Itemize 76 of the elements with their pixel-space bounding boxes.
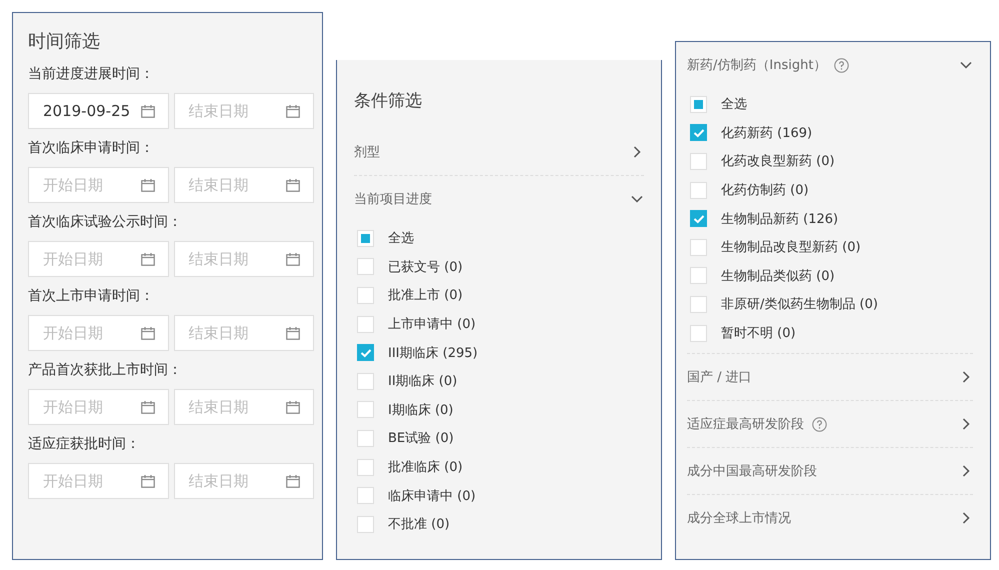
checkbox[interactable] xyxy=(690,210,707,228)
option-label: 全选 xyxy=(388,230,414,248)
section-title: 成分全球上市情况 xyxy=(687,510,791,528)
partial-mark-icon xyxy=(694,100,703,109)
field-label: 首次临床申请时间： xyxy=(28,139,155,158)
calendar-icon xyxy=(286,401,300,414)
field-label: 首次上市申请时间： xyxy=(28,287,155,306)
section-header[interactable]: 国产 / 进口 xyxy=(687,354,973,400)
option-label: 全选 xyxy=(721,96,747,114)
option-label: 暂时不明 (0) xyxy=(721,325,796,342)
option-label: 上市申请中 (0) xyxy=(388,316,476,334)
check-icon xyxy=(692,128,704,138)
calendar-icon xyxy=(140,179,154,192)
option-label: 化药改良型新药 (0) xyxy=(721,153,835,170)
panel-title: 时间筛选 xyxy=(28,30,101,54)
date-field[interactable]: 开始日期 xyxy=(28,315,168,351)
check-icon xyxy=(692,214,704,224)
help-icon xyxy=(834,58,850,72)
calendar-icon xyxy=(140,105,154,118)
calendar-icon xyxy=(286,105,300,118)
field-label: 当前进度进展时间： xyxy=(28,65,155,84)
date-field[interactable]: 结束日期 xyxy=(174,389,314,425)
calendar-icon xyxy=(140,401,154,414)
section-title: 国产 / 进口 xyxy=(687,369,752,386)
calendar-icon xyxy=(286,327,300,340)
date-field[interactable]: 结束日期 xyxy=(174,93,314,129)
option-label: 生物制品新药 (126) xyxy=(721,210,838,228)
option-label: 已获文号 (0) xyxy=(388,258,463,276)
date-field[interactable]: 结束日期 xyxy=(174,241,314,277)
date-field[interactable]: 开始日期 xyxy=(28,463,168,499)
option-label: 生物制品类似药 (0) xyxy=(721,268,835,285)
calendar-icon xyxy=(140,327,154,340)
section-header[interactable]: 新药/仿制药（Insight） xyxy=(687,42,973,88)
date-field[interactable]: 2019-09-25 xyxy=(28,93,168,129)
option-label: III期临床 (295) xyxy=(388,344,478,362)
date-field[interactable]: 开始日期 xyxy=(28,167,168,203)
option-label: BE试验 (0) xyxy=(388,430,454,448)
partial-mark-icon xyxy=(361,234,370,243)
section-title: 剂型 xyxy=(354,144,380,161)
option-label: 非原研/类似药生物制品 (0) xyxy=(721,296,878,314)
date-field[interactable]: 开始日期 xyxy=(28,241,168,277)
date-field[interactable]: 结束日期 xyxy=(174,167,314,203)
date-field[interactable]: 开始日期 xyxy=(28,389,168,425)
date-field[interactable]: 结束日期 xyxy=(174,315,314,351)
section-title: 适应症最高研发阶段 xyxy=(687,416,804,434)
option-label: 化药新药 (169) xyxy=(721,124,812,142)
option-label: 化药仿制药 (0) xyxy=(721,182,809,200)
field-label: 适应症获批时间： xyxy=(28,435,141,454)
option-label: II期临床 (0) xyxy=(388,373,458,390)
option-label: I期临床 (0) xyxy=(388,402,454,419)
calendar-icon xyxy=(286,253,300,266)
section-header[interactable]: 当前项目进度 xyxy=(354,176,644,222)
calendar-icon xyxy=(286,179,300,192)
section-title: 当前项目进度 xyxy=(354,191,432,208)
section-header[interactable]: 成分全球上市情况 xyxy=(687,495,973,542)
section-header[interactable]: 成分中国最高研发阶段 xyxy=(687,448,973,494)
checkbox[interactable] xyxy=(690,124,707,142)
option-label: 临床申请中 (0) xyxy=(388,488,476,505)
field-label: 产品首次获批上市时间： xyxy=(28,361,183,380)
calendar-icon xyxy=(140,253,154,266)
field-label: 首次临床试验公示时间： xyxy=(28,213,183,232)
calendar-icon xyxy=(140,475,154,488)
section-title: 成分中国最高研发阶段 xyxy=(687,463,817,480)
option-label: 生物制品改良型新药 (0) xyxy=(721,239,861,256)
section-title: 新药/仿制药（Insight） xyxy=(687,57,826,74)
checkbox[interactable] xyxy=(357,344,374,362)
option-label: 批准上市 (0) xyxy=(388,287,463,304)
date-field[interactable]: 结束日期 xyxy=(174,463,314,499)
check-icon xyxy=(360,348,372,358)
panel-title: 条件筛选 xyxy=(354,90,423,113)
calendar-icon xyxy=(286,475,300,488)
section-header[interactable]: 剂型 xyxy=(354,129,644,175)
help-icon xyxy=(812,416,827,432)
option-label: 不批准 (0) xyxy=(388,516,450,534)
section-header[interactable]: 适应症最高研发阶段 xyxy=(687,401,973,448)
option-label: 批准临床 (0) xyxy=(388,459,463,476)
